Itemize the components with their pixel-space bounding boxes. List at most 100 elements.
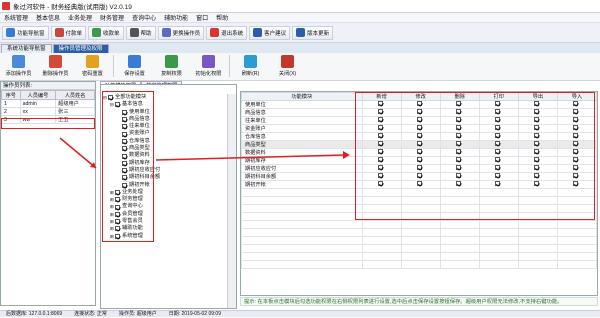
tree-checkbox[interactable] xyxy=(108,95,113,101)
perm-checkbox[interactable] xyxy=(456,181,462,186)
perm-checkbox[interactable] xyxy=(456,141,462,146)
quick-button-4[interactable]: 更换操作员 xyxy=(157,25,205,40)
tree-node[interactable]: ⊞ 辅助功能 xyxy=(103,225,160,232)
perm-checkbox[interactable] xyxy=(495,141,501,146)
perm-checkbox[interactable] xyxy=(456,109,462,114)
tree-checkbox[interactable] xyxy=(122,160,127,166)
tree-checkbox[interactable] xyxy=(115,102,120,108)
perm-checkbox[interactable] xyxy=(378,141,384,146)
perm-row[interactable]: 资金账户 xyxy=(241,124,598,133)
perm-checkbox[interactable] xyxy=(495,117,501,122)
perm-checkbox[interactable] xyxy=(456,125,462,130)
tree-expander-icon[interactable]: ⊞ xyxy=(110,203,114,210)
perm-checkbox[interactable] xyxy=(573,101,579,106)
tree-node[interactable]: 期初科目余额 xyxy=(103,174,160,181)
perm-checkbox[interactable] xyxy=(417,181,423,186)
perm-row[interactable]: 使用单位 xyxy=(241,100,598,109)
perm-row[interactable]: 期初库存 xyxy=(241,156,598,165)
ribbon-button-4[interactable]: 复制权限 xyxy=(153,55,190,77)
perm-checkbox[interactable] xyxy=(456,165,462,170)
perm-checkbox[interactable] xyxy=(495,125,501,130)
ribbon-button-7[interactable]: 关闭(X) xyxy=(269,55,306,77)
tree-checkbox[interactable] xyxy=(122,138,127,144)
perm-checkbox[interactable] xyxy=(378,149,384,154)
doc-tab-0[interactable]: 系统功能导航窗 xyxy=(1,44,52,53)
tree-node[interactable]: 数据资料 xyxy=(103,152,160,159)
perm-checkbox[interactable] xyxy=(378,117,384,122)
tree-checkbox[interactable] xyxy=(122,109,127,115)
tree-expander-icon[interactable]: ⊞ xyxy=(110,189,114,196)
perm-checkbox[interactable] xyxy=(417,117,423,122)
menu-item-0[interactable]: 系统管理 xyxy=(0,13,32,22)
doc-tab-1[interactable]: 操作员管理及权限 xyxy=(52,44,109,53)
perm-checkbox[interactable] xyxy=(378,109,384,114)
tree-expander-icon[interactable]: ⊞ xyxy=(110,196,114,203)
menu-item-5[interactable]: 辅助功能 xyxy=(160,13,192,22)
perm-checkbox[interactable] xyxy=(417,165,423,170)
tree-checkbox[interactable] xyxy=(115,190,120,195)
perm-checkbox[interactable] xyxy=(456,149,462,154)
perm-row[interactable]: 期初科目余额 xyxy=(241,172,598,181)
perm-row[interactable]: 期初应收应付 xyxy=(241,164,598,173)
tree-node[interactable]: ⊞ 查询中心 xyxy=(103,203,160,210)
perm-row[interactable]: 往来单位 xyxy=(241,116,598,125)
perm-checkbox[interactable] xyxy=(456,133,462,138)
tree-expander-icon[interactable]: ⊟ xyxy=(110,101,114,108)
tree-node[interactable]: 使用单位 xyxy=(103,109,160,116)
perm-checkbox[interactable] xyxy=(417,157,423,162)
perm-checkbox[interactable] xyxy=(495,133,501,138)
perm-row[interactable]: 仓库信息 xyxy=(241,132,598,141)
tree-node[interactable]: 仓库信息 xyxy=(103,138,160,145)
quick-button-1[interactable]: 付款单 xyxy=(50,25,87,40)
menu-item-6[interactable]: 窗口 xyxy=(192,13,212,22)
perm-checkbox[interactable] xyxy=(534,125,540,130)
tree-checkbox[interactable] xyxy=(122,146,127,152)
perm-checkbox[interactable] xyxy=(495,101,501,106)
ribbon-button-1[interactable]: 删除操作员 xyxy=(37,55,74,77)
ribbon-button-6[interactable]: 刷新(R) xyxy=(232,55,269,77)
perm-checkbox[interactable] xyxy=(495,109,501,114)
tree-checkbox[interactable] xyxy=(115,204,120,210)
perm-checkbox[interactable] xyxy=(573,173,579,178)
perm-checkbox[interactable] xyxy=(456,117,462,122)
perm-checkbox[interactable] xyxy=(573,133,579,138)
menu-item-3[interactable]: 财务管理 xyxy=(96,13,128,22)
tree-node[interactable]: ⊞ 系统管理 xyxy=(103,233,160,240)
perm-checkbox[interactable] xyxy=(573,157,579,162)
tree-node[interactable]: 资金账户 xyxy=(103,130,160,137)
tree-scrollbar[interactable] xyxy=(227,94,236,308)
perm-checkbox[interactable] xyxy=(378,101,384,106)
menu-item-2[interactable]: 业务处理 xyxy=(64,13,96,22)
perm-checkbox[interactable] xyxy=(573,109,579,114)
tree-node[interactable]: 期初库存 xyxy=(103,160,160,167)
tree-checkbox[interactable] xyxy=(122,153,127,159)
tree-checkbox[interactable] xyxy=(115,226,120,232)
tree-checkbox[interactable] xyxy=(115,219,120,225)
perm-checkbox[interactable] xyxy=(573,181,579,186)
perm-checkbox[interactable] xyxy=(495,181,501,186)
perm-row[interactable]: 商品信息 xyxy=(241,108,598,117)
quick-button-7[interactable]: 版本更新 xyxy=(292,25,334,40)
quick-button-0[interactable]: 功能导航窗 xyxy=(2,25,49,40)
perm-checkbox[interactable] xyxy=(495,173,501,178)
perm-checkbox[interactable] xyxy=(573,165,579,170)
perm-checkbox[interactable] xyxy=(378,173,384,178)
perm-checkbox[interactable] xyxy=(573,117,579,122)
perm-row[interactable]: 商品类型 xyxy=(241,140,598,149)
perm-checkbox[interactable] xyxy=(534,181,540,186)
tree-checkbox[interactable] xyxy=(115,197,120,203)
perm-row[interactable]: 期初开帐 xyxy=(241,180,598,189)
perm-checkbox[interactable] xyxy=(417,125,423,130)
quick-button-2[interactable]: 收款单 xyxy=(88,25,124,40)
quick-button-3[interactable]: 帮助 xyxy=(125,25,156,40)
ribbon-button-5[interactable]: 初始化权限 xyxy=(190,55,227,77)
perm-checkbox[interactable] xyxy=(417,141,423,146)
perm-checkbox[interactable] xyxy=(495,149,501,154)
perm-checkbox[interactable] xyxy=(534,165,540,170)
perm-checkbox[interactable] xyxy=(417,109,423,114)
perm-checkbox[interactable] xyxy=(456,101,462,106)
perm-checkbox[interactable] xyxy=(534,149,540,154)
quick-button-6[interactable]: 客户建议 xyxy=(249,25,291,40)
perm-checkbox[interactable] xyxy=(417,101,423,106)
ribbon-button-3[interactable]: 保存设置 xyxy=(116,55,153,77)
